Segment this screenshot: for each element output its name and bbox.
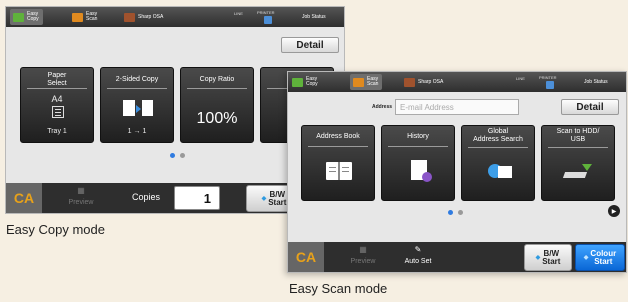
printer-icon <box>546 81 554 89</box>
tab-sharp-osa[interactable]: Sharp OSA <box>124 9 163 25</box>
global-search-icon <box>488 162 512 180</box>
copies-label: Copies <box>132 192 161 202</box>
osa-icon <box>404 77 415 87</box>
page-dot-active[interactable] <box>170 153 175 158</box>
printer-icon <box>264 16 272 24</box>
tab-easy-copy[interactable]: Easy Copy <box>10 9 43 25</box>
tile-global-address-search[interactable]: Global Address Search <box>461 125 535 201</box>
page-dot[interactable] <box>458 210 463 215</box>
tile-paper-select[interactable]: Paper Select A4 Tray 1 <box>20 67 94 143</box>
tab-easy-scan[interactable]: Easy Scan <box>72 9 97 25</box>
page-dot-active[interactable] <box>448 210 453 215</box>
page-dot[interactable] <box>180 153 185 158</box>
top-bar: Easy Copy Easy Scan Sharp OSA LINE PRINTER… <box>288 72 626 92</box>
page-indicator <box>448 210 463 215</box>
printer-status: PRINTER <box>257 10 275 15</box>
tab-sharp-osa[interactable]: Sharp OSA <box>404 74 443 90</box>
next-page-icon[interactable]: ▶ <box>608 205 620 217</box>
start-diamond-icon: ◆ <box>583 254 589 261</box>
ca-button[interactable]: CA <box>6 183 42 213</box>
tile-2-sided-copy[interactable]: 2-Sided Copy 1 → 1 <box>100 67 174 143</box>
copy-icon <box>292 77 303 87</box>
scan-to-usb-icon <box>562 164 594 178</box>
preview-button[interactable]: ▦ Preview <box>340 242 386 272</box>
preview-icon: ▦ <box>359 245 367 254</box>
job-status-button[interactable]: Job Status <box>584 79 608 85</box>
easy-scan-screen: Easy Copy Easy Scan Sharp OSA LINE PRINTER… <box>287 71 627 273</box>
osa-icon <box>124 12 135 22</box>
tab-easy-copy[interactable]: Easy Copy <box>292 74 318 90</box>
address-label: Address <box>372 104 393 110</box>
page-indicator <box>170 153 185 158</box>
tile-copy-ratio[interactable]: Copy Ratio 100% <box>180 67 254 143</box>
scan-function-tiles: Address Book History Global Address Searc… <box>301 125 615 201</box>
job-status-button[interactable]: Job Status <box>302 14 326 20</box>
scan-icon <box>353 77 364 87</box>
address-book-icon <box>326 162 352 180</box>
bottom-bar: CA ▦ Preview ✎ Auto Set ◆ B/W Start ◆ Col… <box>288 242 626 272</box>
tile-scan-to-hdd-usb[interactable]: Scan to HDD/USB <box>541 125 615 201</box>
copies-input[interactable]: 1 <box>174 186 220 210</box>
paper-tray-icon <box>52 106 64 118</box>
scan-icon <box>72 12 83 22</box>
line-status: LINE <box>234 11 243 16</box>
bw-start-button[interactable]: ◆ B/W Start <box>524 244 572 271</box>
preview-button[interactable]: ▦ Preview <box>58 183 104 213</box>
caption-easy-scan-mode: Easy Scan mode <box>289 281 388 296</box>
auto-set-icon: ✎ <box>414 245 422 254</box>
detail-button[interactable]: Detail <box>561 99 619 115</box>
start-diamond-icon: ◆ <box>261 195 267 202</box>
tile-history[interactable]: History <box>381 125 455 201</box>
detail-button[interactable]: Detail <box>281 37 339 53</box>
top-bar: Easy Copy Easy Scan Sharp OSA LINE PRINTER… <box>6 7 344 27</box>
copy-icon <box>13 12 24 22</box>
colour-start-button[interactable]: ◆ Colour Start <box>575 244 625 271</box>
email-address-field[interactable]: E-mail Address <box>395 99 519 115</box>
tab-easy-scan[interactable]: Easy Scan <box>350 74 383 90</box>
start-diamond-icon: ◆ <box>535 254 541 261</box>
ca-button[interactable]: CA <box>288 242 324 272</box>
caption-easy-copy-mode: Easy Copy mode <box>6 222 105 237</box>
printer-status: PRINTER <box>539 75 557 80</box>
history-icon <box>411 160 432 182</box>
tile-address-book[interactable]: Address Book <box>301 125 375 201</box>
two-sided-icon <box>123 100 153 116</box>
line-status: LINE <box>516 76 525 81</box>
preview-icon: ▦ <box>77 186 85 195</box>
auto-set-button[interactable]: ✎ Auto Set <box>396 242 440 272</box>
